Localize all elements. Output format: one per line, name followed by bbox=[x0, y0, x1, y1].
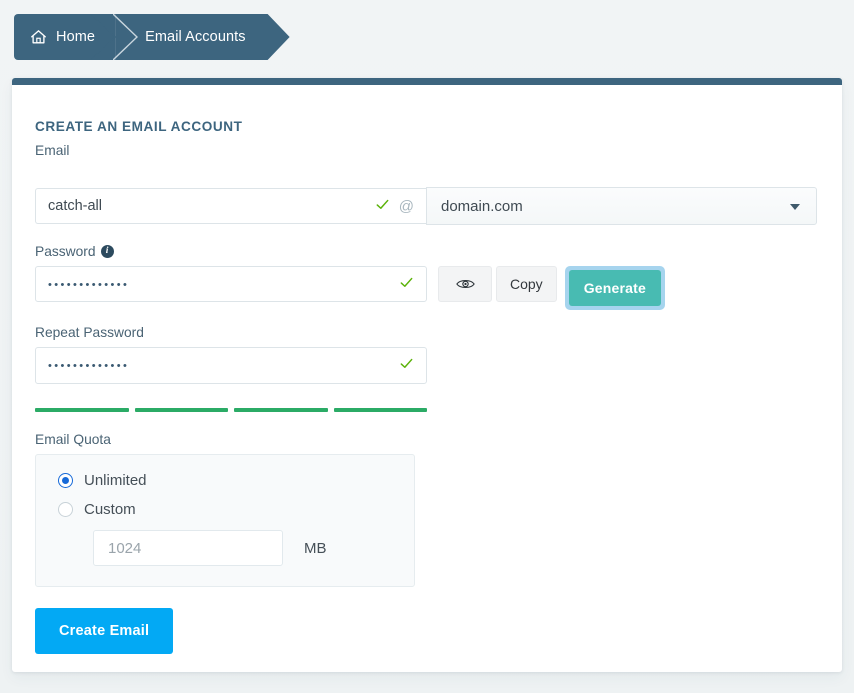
info-icon[interactable]: i bbox=[101, 245, 114, 258]
chevron-down-icon bbox=[790, 204, 800, 210]
breadcrumb: Home Email Accounts bbox=[14, 14, 290, 60]
eye-icon bbox=[456, 277, 475, 291]
generate-password-button[interactable]: Generate bbox=[569, 270, 661, 306]
page-background: Home Email Accounts CREATE AN EMAIL ACCO… bbox=[0, 0, 854, 693]
email-local-input[interactable]: catch-all @ bbox=[35, 188, 426, 224]
quota-custom-placeholder: 1024 bbox=[108, 540, 141, 557]
page-title: CREATE AN EMAIL ACCOUNT bbox=[12, 94, 842, 134]
radio-unlimited-icon[interactable] bbox=[58, 473, 73, 488]
quota-option-custom-label: Custom bbox=[84, 501, 136, 518]
email-quota-box: Unlimited Custom 1024 MB bbox=[35, 454, 415, 587]
repeat-password-value: ••••••••••••• bbox=[48, 361, 393, 372]
check-icon bbox=[375, 197, 390, 216]
quota-option-unlimited-label: Unlimited bbox=[84, 472, 147, 489]
submit-row: Create Email bbox=[35, 608, 819, 672]
repeat-password-label: Repeat Password bbox=[35, 325, 819, 340]
email-field-group: Email catch-all @ domain.com bbox=[35, 143, 819, 225]
card-accent-bar bbox=[12, 78, 842, 85]
strength-segment bbox=[135, 408, 229, 412]
strength-segment bbox=[334, 408, 428, 412]
breadcrumb-item-email-accounts[interactable]: Email Accounts bbox=[115, 14, 290, 60]
home-icon bbox=[30, 29, 47, 45]
breadcrumb-item-home[interactable]: Home bbox=[14, 14, 115, 60]
breadcrumb-separator bbox=[113, 14, 139, 60]
domain-select-value: domain.com bbox=[441, 198, 523, 215]
email-row: catch-all @ domain.com bbox=[35, 188, 819, 225]
copy-password-button[interactable]: Copy bbox=[496, 266, 557, 302]
domain-select[interactable]: domain.com bbox=[426, 187, 817, 225]
password-label: Password i bbox=[35, 244, 819, 259]
password-label-text: Password bbox=[35, 244, 96, 259]
password-strength-meter bbox=[35, 408, 427, 412]
create-email-card: CREATE AN EMAIL ACCOUNT Email catch-all … bbox=[12, 78, 842, 672]
repeat-password-input[interactable]: ••••••••••••• bbox=[35, 347, 427, 384]
toggle-password-visibility-button[interactable] bbox=[438, 266, 492, 302]
at-symbol-icon: @ bbox=[399, 198, 414, 215]
email-local-value: catch-all bbox=[48, 198, 369, 214]
radio-custom-icon[interactable] bbox=[58, 502, 73, 517]
email-quota-group: Email Quota Unlimited Custom 1024 bbox=[35, 432, 819, 587]
password-actions: Copy Generate bbox=[438, 266, 665, 310]
repeat-password-field-group: Repeat Password ••••••••••••• bbox=[35, 325, 819, 384]
strength-segment bbox=[234, 408, 328, 412]
check-icon bbox=[399, 356, 414, 375]
breadcrumb-label-home: Home bbox=[56, 29, 95, 45]
generate-password-focus-ring: Generate bbox=[565, 266, 665, 310]
quota-option-custom[interactable]: Custom bbox=[58, 501, 414, 518]
check-icon bbox=[399, 275, 414, 294]
password-value: ••••••••••••• bbox=[48, 280, 393, 291]
quota-custom-row: 1024 MB bbox=[93, 530, 414, 566]
email-label: Email bbox=[35, 143, 819, 158]
quota-custom-input[interactable]: 1024 bbox=[93, 530, 283, 566]
email-quota-label: Email Quota bbox=[35, 432, 819, 447]
form-body: Email catch-all @ domain.com bbox=[12, 143, 842, 672]
create-email-button[interactable]: Create Email bbox=[35, 608, 173, 654]
quota-unit-label: MB bbox=[304, 540, 327, 557]
strength-segment bbox=[35, 408, 129, 412]
breadcrumb-label-email-accounts: Email Accounts bbox=[145, 29, 246, 45]
quota-option-unlimited[interactable]: Unlimited bbox=[58, 472, 414, 489]
password-row: ••••••••••••• bbox=[35, 266, 819, 310]
password-field-group: Password i ••••••••••••• bbox=[35, 244, 819, 310]
password-input[interactable]: ••••••••••••• bbox=[35, 266, 427, 302]
